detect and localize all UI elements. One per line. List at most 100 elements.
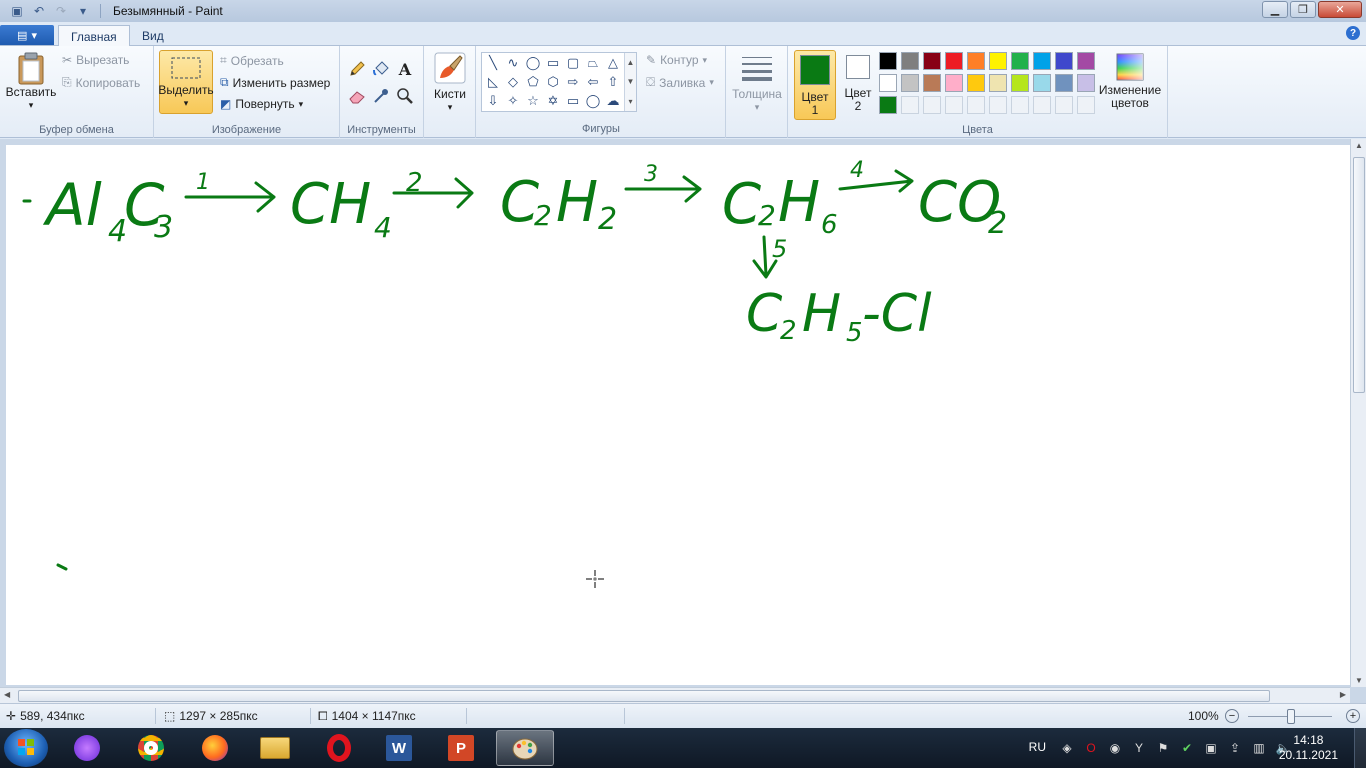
palette-color-swatch[interactable] bbox=[901, 52, 919, 70]
tray-browser-icon[interactable]: ◉ bbox=[1108, 741, 1122, 755]
paint-menu-button[interactable]: ▤ ▾ bbox=[0, 25, 54, 45]
taskbar-powerpoint[interactable]: P bbox=[432, 730, 490, 766]
shapes-scroll[interactable]: ▲ ▼ ▾ bbox=[624, 53, 636, 111]
right-arrow-shape-icon[interactable]: ⇨ bbox=[564, 73, 582, 91]
pencil-icon[interactable] bbox=[347, 59, 367, 79]
tray-device-icon[interactable]: ▣ bbox=[1204, 741, 1218, 755]
palette-color-swatch[interactable] bbox=[945, 74, 963, 92]
palette-color-swatch[interactable] bbox=[923, 96, 941, 114]
taskbar-chrome[interactable] bbox=[122, 730, 180, 766]
palette-color-swatch[interactable] bbox=[967, 74, 985, 92]
scroll-up-icon[interactable]: ▲ bbox=[1355, 141, 1363, 150]
palette-color-swatch[interactable] bbox=[1011, 52, 1029, 70]
undo-icon[interactable]: ↶ bbox=[30, 3, 48, 19]
palette-color-swatch[interactable] bbox=[879, 96, 897, 114]
redo-icon[interactable]: ↷ bbox=[52, 3, 70, 19]
scroll-down-icon[interactable]: ▼ bbox=[1355, 676, 1363, 685]
tray-security-icon[interactable]: ✔ bbox=[1180, 741, 1194, 755]
text-tool-icon[interactable]: A bbox=[395, 59, 415, 79]
tray-app-icon[interactable]: ◈ bbox=[1060, 741, 1074, 755]
language-indicator[interactable]: RU bbox=[1029, 740, 1046, 754]
start-button[interactable] bbox=[4, 729, 48, 767]
rectangle-shape-icon[interactable]: ▭ bbox=[544, 54, 562, 72]
resize-button[interactable]: ⧉ Изменить размер bbox=[220, 75, 330, 90]
palette-color-swatch[interactable] bbox=[945, 96, 963, 114]
palette-color-swatch[interactable] bbox=[1055, 52, 1073, 70]
polygon-shape-icon[interactable]: ⏢ bbox=[584, 54, 602, 72]
left-arrow-shape-icon[interactable]: ⇦ bbox=[584, 73, 602, 91]
palette-color-swatch[interactable] bbox=[1077, 74, 1095, 92]
palette-color-swatch[interactable] bbox=[1055, 96, 1073, 114]
scroll-left-icon[interactable]: ◀ bbox=[4, 690, 10, 699]
paste-button[interactable]: Вставить ▾ bbox=[6, 52, 56, 112]
palette-color-swatch[interactable] bbox=[1033, 52, 1051, 70]
fill-button[interactable]: ⛋ Заливка ▾ bbox=[646, 75, 714, 90]
color2-button[interactable]: Цвет 2 bbox=[840, 55, 876, 113]
rounded-rectangle-shape-icon[interactable]: ▢ bbox=[564, 54, 582, 72]
palette-color-swatch[interactable] bbox=[879, 74, 897, 92]
vertical-scrollbar[interactable]: ▲ ▼ bbox=[1350, 139, 1366, 687]
taskbar-firefox[interactable] bbox=[186, 730, 244, 766]
action-center-flag-icon[interactable]: ⚑ bbox=[1156, 741, 1170, 755]
four-point-star-shape-icon[interactable]: ✧ bbox=[504, 92, 522, 110]
palette-color-swatch[interactable] bbox=[1033, 74, 1051, 92]
save-icon[interactable]: ▣ bbox=[8, 3, 26, 19]
taskbar-opera[interactable] bbox=[310, 730, 368, 766]
curve-shape-icon[interactable]: ∿ bbox=[504, 54, 522, 72]
rotate-button[interactable]: ◩ Повернуть ▾ bbox=[220, 97, 303, 111]
palette-color-swatch[interactable] bbox=[989, 52, 1007, 70]
help-icon[interactable]: ? bbox=[1346, 26, 1360, 40]
zoom-out-button[interactable]: − bbox=[1225, 709, 1239, 723]
eraser-icon[interactable] bbox=[347, 86, 367, 106]
clock[interactable]: 14:18 20.11.2021 bbox=[1279, 733, 1338, 763]
up-arrow-shape-icon[interactable]: ⇧ bbox=[604, 73, 622, 91]
star-shape-icon[interactable]: ☆ bbox=[524, 92, 542, 110]
palette-color-swatch[interactable] bbox=[1077, 52, 1095, 70]
outline-button[interactable]: ✎ Контур ▾ bbox=[646, 53, 707, 67]
size-button[interactable]: Толщина ▾ bbox=[730, 54, 784, 114]
crop-button[interactable]: ⌗ Обрезать bbox=[220, 53, 284, 68]
palette-color-swatch[interactable] bbox=[945, 52, 963, 70]
palette-color-swatch[interactable] bbox=[901, 74, 919, 92]
line-shape-icon[interactable]: ╲ bbox=[484, 54, 502, 72]
cloud-callout-shape-icon[interactable]: ☁ bbox=[604, 92, 622, 110]
callout-oval-shape-icon[interactable]: ◯ bbox=[584, 92, 602, 110]
palette-color-swatch[interactable] bbox=[901, 96, 919, 114]
palette-color-swatch[interactable] bbox=[1011, 74, 1029, 92]
palette-color-swatch[interactable] bbox=[1055, 74, 1073, 92]
six-point-star-shape-icon[interactable]: ✡ bbox=[544, 92, 562, 110]
customize-dropdown-icon[interactable]: ▾ bbox=[74, 3, 92, 19]
minimize-button[interactable]: ▁ bbox=[1262, 1, 1288, 18]
taskbar-explorer[interactable] bbox=[246, 730, 304, 766]
tray-opera-icon[interactable]: O bbox=[1084, 741, 1098, 755]
select-button[interactable]: Выделить ▾ bbox=[158, 50, 214, 114]
magnifier-icon[interactable] bbox=[395, 86, 415, 106]
palette-color-swatch[interactable] bbox=[989, 96, 1007, 114]
oval-shape-icon[interactable]: ◯ bbox=[524, 54, 542, 72]
tab-home[interactable]: Главная bbox=[58, 25, 130, 47]
horizontal-scrollbar[interactable]: ◀ ▶ bbox=[0, 687, 1350, 703]
scroll-right-icon[interactable]: ▶ bbox=[1340, 690, 1346, 699]
vertical-scroll-thumb[interactable] bbox=[1353, 157, 1365, 393]
hexagon-shape-icon[interactable]: ⬡ bbox=[544, 73, 562, 91]
taskbar-word[interactable]: W bbox=[370, 730, 428, 766]
network-icon[interactable]: ▥ bbox=[1252, 741, 1266, 755]
palette-color-swatch[interactable] bbox=[879, 52, 897, 70]
drawing-canvas[interactable]: Al 4 C 3 1 CH 4 2 C 2 H 2 3 C 2 H 6 4 CO… bbox=[6, 145, 1350, 685]
palette-color-swatch[interactable] bbox=[923, 52, 941, 70]
edit-colors-button[interactable]: Изменение цветов bbox=[1098, 52, 1162, 110]
callout-rect-shape-icon[interactable]: ▭ bbox=[564, 92, 582, 110]
copy-button[interactable]: ⎘ Копировать bbox=[62, 75, 140, 90]
zoom-in-button[interactable]: + bbox=[1346, 709, 1360, 723]
tab-view[interactable]: Вид bbox=[130, 25, 176, 47]
palette-color-swatch[interactable] bbox=[1077, 96, 1095, 114]
palette-color-swatch[interactable] bbox=[967, 96, 985, 114]
palette-color-swatch[interactable] bbox=[1033, 96, 1051, 114]
right-triangle-shape-icon[interactable]: ◺ bbox=[484, 73, 502, 91]
cut-button[interactable]: ✂ Вырезать bbox=[62, 53, 129, 67]
palette-color-swatch[interactable] bbox=[989, 74, 1007, 92]
tray-yandex-icon[interactable]: Y bbox=[1132, 741, 1146, 755]
horizontal-scroll-thumb[interactable] bbox=[18, 690, 1270, 702]
brushes-button[interactable]: Кисти ▾ bbox=[428, 52, 472, 114]
fill-bucket-icon[interactable] bbox=[371, 59, 391, 79]
